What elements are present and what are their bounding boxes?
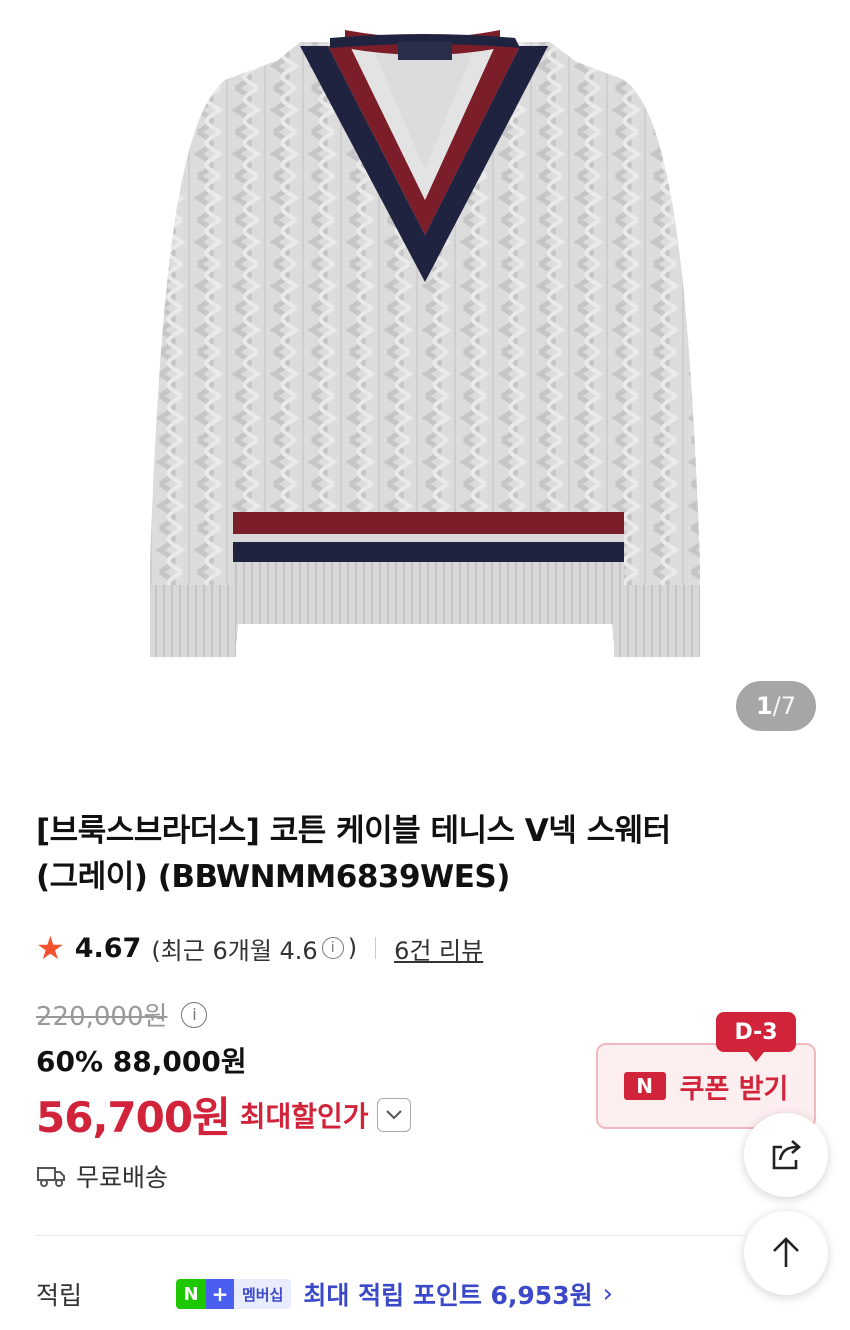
points-text: 최대 적립 포인트 6,953원 xyxy=(303,1281,593,1310)
share-button[interactable] xyxy=(744,1113,828,1197)
final-price: 56,700원 xyxy=(36,1093,231,1142)
coupon-label: 쿠폰 받기 xyxy=(679,1073,789,1105)
points-row[interactable]: 적립 N + 멤버십 최대 적립 포인트 6,953원 › xyxy=(36,1272,613,1316)
section-divider xyxy=(36,1235,746,1236)
divider xyxy=(375,937,377,959)
price-info-icon[interactable]: i xyxy=(181,1001,208,1028)
image-counter-current: 1 xyxy=(755,692,773,720)
final-price-row: 56,700원 최대할인가 xyxy=(36,1084,411,1145)
points-label: 적립 xyxy=(36,1281,83,1310)
shipping-label: 무료배송 xyxy=(76,1163,169,1192)
image-counter-separator: / xyxy=(772,692,781,720)
shipping-row: 무료배송 xyxy=(36,1158,168,1194)
image-counter: 1 / 7 xyxy=(736,681,816,731)
rating-recent: (최근 6개월 4.6 xyxy=(151,936,318,965)
share-icon xyxy=(772,1140,801,1170)
badge-plus: + xyxy=(206,1279,234,1309)
dday-badge: D-3 xyxy=(716,1012,796,1062)
review-link[interactable]: 6건 리뷰 xyxy=(394,931,483,966)
info-icon[interactable]: i xyxy=(321,937,344,959)
sweater-image xyxy=(150,30,700,657)
arrow-up-icon xyxy=(773,1237,799,1267)
image-counter-total: 7 xyxy=(780,692,797,720)
chevron-right-icon: › xyxy=(602,1279,614,1309)
product-title: [브룩스브라더스] 코튼 케이블 테니스 V넥 스웨터 (그레이) (BBWNM… xyxy=(36,808,756,900)
rating-value: 4.67 xyxy=(74,932,142,964)
rating-recent-close: ) xyxy=(347,934,358,962)
product-title-line2: (그레이) (BBWNMM6839WES) xyxy=(36,859,510,895)
naver-logo-icon: N xyxy=(623,1072,666,1100)
chevron-down-icon[interactable] xyxy=(376,1097,411,1132)
product-image[interactable]: 1 / 7 xyxy=(0,0,850,760)
rating-row: ★ 4.67 (최근 6개월 4.6 i ) 6건 리뷰 xyxy=(36,928,483,968)
star-icon: ★ xyxy=(36,929,65,967)
badge-n: N xyxy=(176,1279,206,1309)
product-title-line1: [브룩스브라더스] 코튼 케이블 테니스 V넥 스웨터 xyxy=(36,813,671,849)
scroll-top-button[interactable] xyxy=(744,1211,828,1295)
naver-plus-membership-badge: N + 멤버십 xyxy=(176,1279,292,1309)
original-price-value: 220,000원 xyxy=(36,1002,168,1032)
badge-membership: 멤버십 xyxy=(234,1279,292,1309)
final-price-label: 최대할인가 xyxy=(239,1099,369,1133)
truck-icon xyxy=(37,1167,65,1187)
original-price: 220,000원 i xyxy=(36,996,211,1033)
discount-price: 60% 88,000원 xyxy=(36,1045,247,1078)
